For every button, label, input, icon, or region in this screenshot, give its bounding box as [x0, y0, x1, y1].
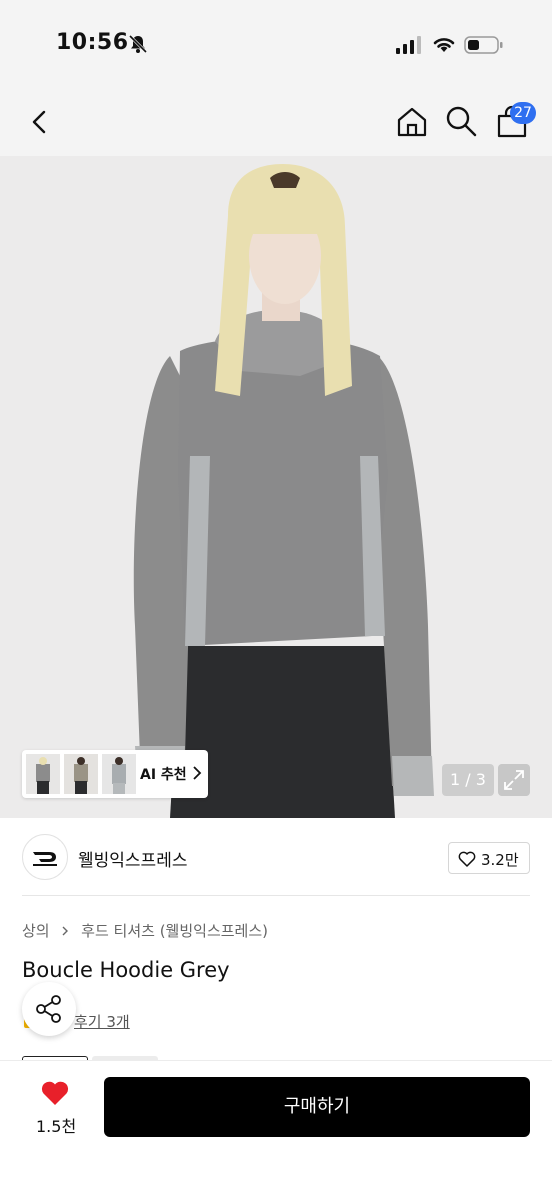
brand-name[interactable]: 웰빙익스프레스 [78, 846, 187, 871]
ai-recommendation-label: AI 추천 [140, 767, 187, 783]
share-icon [36, 995, 61, 1023]
ai-recommendation[interactable]: AI 추천 [22, 750, 208, 798]
product-title: Boucle Hoodie Grey [22, 958, 230, 982]
chevron-right-icon [62, 926, 69, 936]
expand-icon[interactable] [498, 764, 530, 796]
breadcrumb: 상의 후드 티셔츠 (웰빙익스프레스) [22, 920, 268, 941]
search-icon[interactable] [444, 104, 478, 138]
status-time: 10:56 [56, 30, 129, 55]
buy-button[interactable]: 구매하기 [104, 1077, 530, 1137]
heart-outline-icon [458, 851, 476, 867]
heart-filled-icon[interactable] [40, 1079, 70, 1107]
brand-like-button[interactable]: 3.2만 [448, 842, 530, 874]
thumbnail-3[interactable] [102, 754, 136, 794]
product-image[interactable] [0, 156, 552, 818]
review-link[interactable]: 후기 3개 [74, 1011, 130, 1032]
thumbnail-2[interactable] [64, 754, 98, 794]
breadcrumb-subcategory[interactable]: 후드 티셔츠 (웰빙익스프레스) [81, 922, 268, 940]
model-photo [0, 156, 552, 818]
back-icon[interactable] [24, 106, 56, 138]
chevron-right-icon [193, 766, 202, 780]
share-button[interactable] [22, 982, 76, 1036]
home-icon[interactable] [394, 104, 430, 140]
brand-logo-mark [33, 852, 57, 866]
nav-bar: 27 [0, 90, 552, 156]
breadcrumb-category[interactable]: 상의 [22, 922, 50, 940]
wifi-icon [433, 38, 455, 52]
status-bar: 10:56 [0, 0, 552, 90]
battery-icon [464, 36, 503, 54]
image-counter: 1 / 3 [442, 764, 494, 796]
signal-icon [396, 36, 421, 54]
bell-off-icon [128, 34, 148, 54]
divider [22, 895, 530, 896]
cart-count-badge: 27 [510, 102, 536, 124]
brand-logo[interactable] [22, 834, 68, 880]
thumbnail-1[interactable] [26, 754, 60, 794]
brand-like-count: 3.2만 [481, 851, 519, 869]
bottom-bar: 1.5천 구매하기 [0, 1060, 552, 1200]
wish-count: 1.5천 [36, 1117, 77, 1136]
